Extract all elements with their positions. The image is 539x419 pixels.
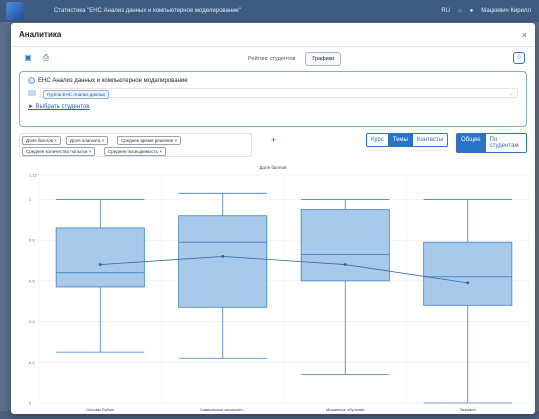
chart-title: Доля баллов bbox=[259, 165, 287, 170]
close-button[interactable]: × bbox=[522, 30, 527, 40]
background-app-bar: Статистика "ЕНС Анализ данных и компьюте… bbox=[0, 0, 539, 22]
app-logo-icon bbox=[6, 2, 24, 20]
add-metric-button[interactable]: + bbox=[271, 135, 276, 145]
modal-header: Аналитика × bbox=[11, 23, 535, 47]
toolbar: ▣ ⎙ Рейтинг студентов Графики ☺ bbox=[11, 47, 535, 69]
metric-chip[interactable]: Среднее посещаемость × bbox=[104, 147, 167, 156]
y-tick-label: 0.8 bbox=[29, 238, 35, 243]
box-iqr bbox=[55, 227, 145, 288]
calendar-icon[interactable]: ▣ bbox=[23, 53, 33, 63]
box-iqr bbox=[300, 209, 390, 282]
course-row: ЕНС Анализ данных и компьютерное моделир… bbox=[28, 77, 518, 84]
scope-toggle: Курс Темы Контесты bbox=[366, 133, 449, 147]
group-icon bbox=[28, 90, 36, 96]
mean-point bbox=[98, 263, 102, 267]
group-select[interactable]: Группа ЕНС Анализ данных ⌄ bbox=[40, 88, 518, 99]
box-iqr bbox=[423, 241, 513, 306]
mean-point bbox=[343, 263, 347, 267]
analytics-modal: Аналитика × ▣ ⎙ Рейтинг студентов График… bbox=[11, 23, 535, 414]
x-tick-label: Символьные вычислен... bbox=[200, 407, 246, 412]
user-avatar-icon: ● bbox=[469, 8, 474, 14]
home-icon[interactable]: ⌂ bbox=[458, 8, 462, 14]
metric-selector[interactable]: Доля баллов × Доля плагиата × Среднее вр… bbox=[19, 133, 252, 157]
course-icon bbox=[28, 77, 35, 84]
metric-chip[interactable]: Среднее количество попыток × bbox=[22, 147, 96, 156]
box-plot-chart: 0 0.2 0.4 0.6 0.8 1 1.12 Основы Python Символьны… bbox=[29, 173, 530, 412]
tab-student-rating[interactable]: Рейтинг студентов bbox=[241, 52, 302, 66]
chart-area: Доля баллов 0 0.2 0.4 0.6 0.8 1 1.12 Основы Pyt… bbox=[11, 165, 535, 414]
filter-panel: ЕНС Анализ данных и компьютерное моделир… bbox=[19, 71, 527, 127]
language-switch[interactable]: RU bbox=[441, 8, 450, 14]
print-icon[interactable]: ⎙ bbox=[41, 53, 51, 63]
group-chip[interactable]: Группа ЕНС Анализ данных bbox=[43, 90, 110, 99]
metric-chip[interactable]: Доля плагиата × bbox=[66, 136, 109, 145]
metric-chip[interactable]: Доля баллов × bbox=[22, 136, 61, 145]
metric-chip[interactable]: Среднее время решения × bbox=[117, 136, 182, 145]
scope-contests-button[interactable]: Контесты bbox=[412, 133, 449, 147]
y-tick-label: 0.4 bbox=[29, 319, 35, 324]
scope-course-button[interactable]: Курс bbox=[366, 133, 389, 147]
user-name[interactable]: Мацкевич Кирилл bbox=[481, 8, 531, 14]
modal-title: Аналитика bbox=[19, 30, 62, 39]
aggregation-by-student-button[interactable]: По студентам bbox=[485, 133, 527, 153]
x-tick-label: Экзамен bbox=[460, 407, 476, 412]
view-tabs: Рейтинг студентов Графики bbox=[241, 52, 342, 66]
users-icon[interactable]: ☺ bbox=[513, 52, 525, 64]
box-iqr bbox=[178, 215, 268, 308]
y-tick-label: 0 bbox=[29, 401, 32, 406]
y-tick-label: 0.2 bbox=[29, 360, 35, 365]
course-name: ЕНС Анализ данных и компьютерное моделир… bbox=[38, 77, 188, 84]
y-tick-label: 0.6 bbox=[29, 278, 35, 283]
select-students-link[interactable]: ► Выбрать студентов bbox=[28, 104, 518, 110]
aggregation-toggle: Общее По студентам bbox=[456, 133, 527, 153]
chevron-down-icon[interactable]: ⌄ bbox=[509, 91, 513, 97]
scope-topics-button[interactable]: Темы bbox=[388, 133, 413, 147]
tab-charts[interactable]: Графики bbox=[305, 52, 342, 66]
group-row: Группа ЕНС Анализ данных ⌄ bbox=[28, 88, 518, 99]
x-tick-label: Машинное обучение bbox=[326, 407, 365, 412]
y-tick-label: 1.12 bbox=[29, 173, 38, 178]
course-statistics-title: Статистика "ЕНС Анализ данных и компьюте… bbox=[54, 8, 242, 14]
x-tick-label: Основы Python bbox=[86, 407, 114, 412]
mean-point bbox=[466, 281, 470, 285]
y-tick-label: 1 bbox=[29, 197, 32, 202]
aggregation-overall-button[interactable]: Общее bbox=[456, 133, 486, 153]
chart-controls: Доля баллов × Доля плагиата × Среднее вр… bbox=[19, 133, 527, 159]
mean-point bbox=[221, 254, 225, 258]
